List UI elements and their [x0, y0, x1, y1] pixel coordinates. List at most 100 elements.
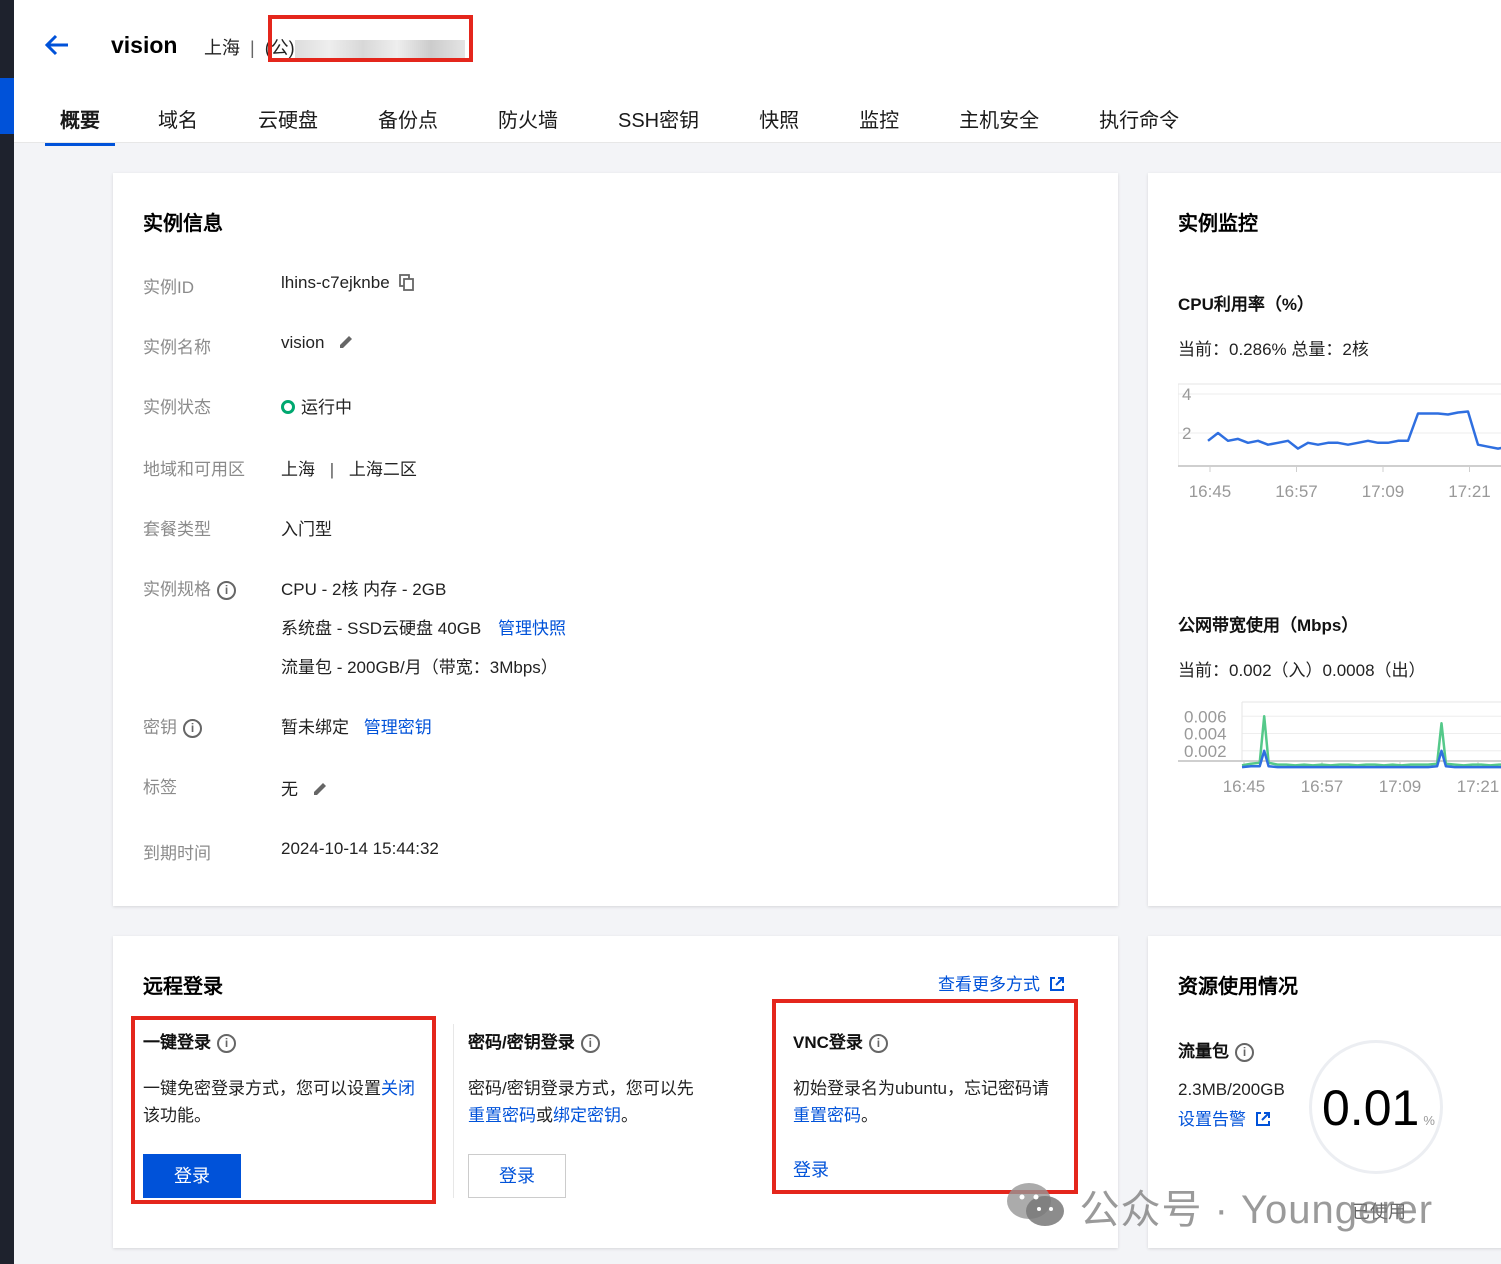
zone-label: 地域和可用区: [143, 460, 245, 479]
x-tick-label: 16:57: [1301, 777, 1344, 796]
cpu-current: 当前：0.286% 总量：2核: [1178, 340, 1369, 359]
tab-bar: 概要 域名 云硬盘 备份点 防火墙 SSH密钥 快照 监控 主机安全 执行命令: [45, 104, 1179, 146]
key-label: 密钥 i: [143, 713, 202, 739]
alert-link-text: 设置告警: [1178, 1110, 1246, 1129]
y-tick-label: 0.004: [1184, 725, 1227, 744]
instance-name-value: vision: [281, 333, 355, 353]
monitor-title: 实例监控: [1178, 213, 1258, 235]
cpu-chart-title: CPU利用率（%）: [1178, 295, 1315, 314]
password-login-button[interactable]: 登录: [468, 1154, 566, 1198]
tab-snapshot[interactable]: 快照: [759, 104, 799, 143]
series-line-0: [1241, 715, 1501, 767]
instance-title: vision: [111, 32, 178, 58]
x-tick-label: 17:09: [1379, 777, 1422, 796]
instance-status-value: 运行中: [281, 393, 352, 418]
info-icon[interactable]: i: [183, 719, 202, 739]
x-tick-label: 17:21: [1457, 777, 1500, 796]
series-line-0: [1207, 410, 1501, 450]
tab-host-security[interactable]: 主机安全: [959, 104, 1039, 143]
more-methods-link[interactable]: 查看更多方式: [938, 970, 1065, 995]
tab-run-command[interactable]: 执行命令: [1099, 104, 1179, 143]
zone-separator: |: [329, 460, 335, 479]
expire-value: 2024-10-14 15:44:32: [281, 839, 439, 858]
password-desc-text: 密码/密钥登录方式，您可以先: [468, 1079, 694, 1098]
instance-name-text: vision: [281, 333, 325, 352]
zone-region: 上海: [281, 460, 315, 479]
instance-status-label: 实例状态: [143, 398, 211, 417]
reset-password-link[interactable]: 重置密码: [468, 1106, 536, 1125]
key-label-text: 密钥: [143, 718, 177, 737]
instance-info-card: 实例信息 实例ID lhins-c7ejknbe 实例名称 vision 实例状…: [113, 173, 1118, 906]
running-status-icon: [281, 400, 295, 414]
tag-text: 无: [281, 780, 298, 799]
instance-info-title: 实例信息: [143, 213, 223, 235]
key-status-text: 暂未绑定: [281, 718, 349, 737]
bind-key-link[interactable]: 绑定密钥: [553, 1106, 621, 1125]
spec-disk: 系统盘 - SSD云硬盘 40GB 管理快照: [281, 614, 566, 639]
usage-percent: 0.01%: [1322, 1079, 1435, 1137]
info-icon[interactable]: i: [580, 1034, 600, 1054]
instance-name-label: 实例名称: [143, 338, 211, 357]
back-arrow-icon[interactable]: [42, 30, 72, 60]
remote-login-card: 远程登录 查看更多方式 一键登录 i 一键免密登录方式，您可以设置关闭 该功能。 登…: [113, 936, 1118, 1248]
x-tick-label: 16:57: [1275, 482, 1318, 498]
x-tick-label: 16:45: [1223, 777, 1266, 796]
tab-ssh-key[interactable]: SSH密钥: [618, 104, 699, 143]
external-link-icon: [1255, 1112, 1270, 1126]
region-text: 上海: [204, 38, 240, 58]
ip-highlight-box: [268, 15, 473, 62]
manage-snapshot-link[interactable]: 管理快照: [498, 619, 566, 638]
x-tick-label: 16:45: [1189, 482, 1232, 498]
bandwidth-usage-chart: 0.0060.0040.002 16:45 16:57 17:09 17:21: [1178, 701, 1501, 796]
region-separator: |: [250, 38, 255, 58]
edit-pencil-icon[interactable]: [311, 780, 329, 798]
spec-cpu: CPU - 2核 内存 - 2GB: [281, 580, 447, 599]
traffic-label: 流量包: [1178, 1042, 1229, 1061]
info-icon[interactable]: i: [217, 581, 236, 601]
resource-title: 资源使用情况: [1178, 976, 1298, 998]
wechat-watermark: 公众号 · Youngerer: [1005, 1177, 1433, 1235]
tag-label: 标签: [143, 778, 177, 797]
tab-cloud-disk[interactable]: 云硬盘: [258, 104, 318, 143]
spec-traffic: 流量包 - 200GB/月（带宽：3Mbps）: [281, 658, 558, 677]
traffic-package-heading: 流量包 i: [1178, 1037, 1254, 1063]
vnc-highlight-box: [772, 999, 1078, 1194]
plan-label: 套餐类型: [143, 520, 211, 539]
or-text: 或: [536, 1106, 553, 1125]
spec-label: 实例规格 i: [143, 575, 236, 601]
sidebar-active-indicator[interactable]: [0, 78, 14, 134]
left-sidebar: [0, 0, 14, 1264]
tab-backup[interactable]: 备份点: [378, 104, 438, 143]
y-tick-label: 0.002: [1184, 742, 1227, 761]
bandwidth-current: 当前：0.002（入）0.0008（出）: [1178, 661, 1426, 680]
info-icon[interactable]: i: [1235, 1043, 1254, 1063]
zone-name: 上海二区: [348, 460, 417, 479]
usage-percent-value: 0.01: [1322, 1080, 1420, 1136]
tab-domain[interactable]: 域名: [158, 104, 198, 143]
instance-id-label: 实例ID: [143, 278, 194, 297]
password-login-title: 密码/密钥登录: [468, 1033, 575, 1052]
manage-key-link[interactable]: 管理密钥: [364, 718, 432, 737]
copy-icon[interactable]: [398, 273, 416, 291]
one-click-highlight-box: [131, 1016, 436, 1204]
edit-pencil-icon[interactable]: [337, 333, 355, 351]
expire-label: 到期时间: [143, 844, 211, 863]
cpu-usage-chart: 4 2 16:45 16:57 17:09 17:21: [1178, 383, 1501, 498]
key-value: 暂未绑定 管理密钥: [281, 713, 432, 738]
y-tick-label: 2: [1182, 424, 1191, 443]
instance-id-text: lhins-c7ejknbe: [281, 273, 390, 292]
y-tick-label: 4: [1182, 385, 1191, 404]
tab-firewall[interactable]: 防火墙: [498, 104, 558, 143]
watermark-text: 公众号 · Youngerer: [1079, 1188, 1434, 1232]
alert-setting-link[interactable]: 设置告警: [1178, 1105, 1271, 1130]
traffic-usage-value: 2.3MB/200GB: [1178, 1080, 1285, 1099]
external-link-icon: [1049, 977, 1064, 991]
x-tick-label: 17:21: [1448, 482, 1491, 498]
page-header: vision 上海 | (公) 概要 域名 云硬盘 备份点 防火墙 SSH密钥 快照…: [14, 0, 1501, 146]
spec-label-text: 实例规格: [143, 580, 211, 599]
x-tick-label: 17:09: [1362, 482, 1405, 498]
tab-monitor[interactable]: 监控: [859, 104, 899, 143]
wechat-icon: [1007, 1183, 1064, 1226]
tab-overview[interactable]: 概要: [45, 104, 115, 146]
tag-value: 无: [281, 775, 329, 800]
